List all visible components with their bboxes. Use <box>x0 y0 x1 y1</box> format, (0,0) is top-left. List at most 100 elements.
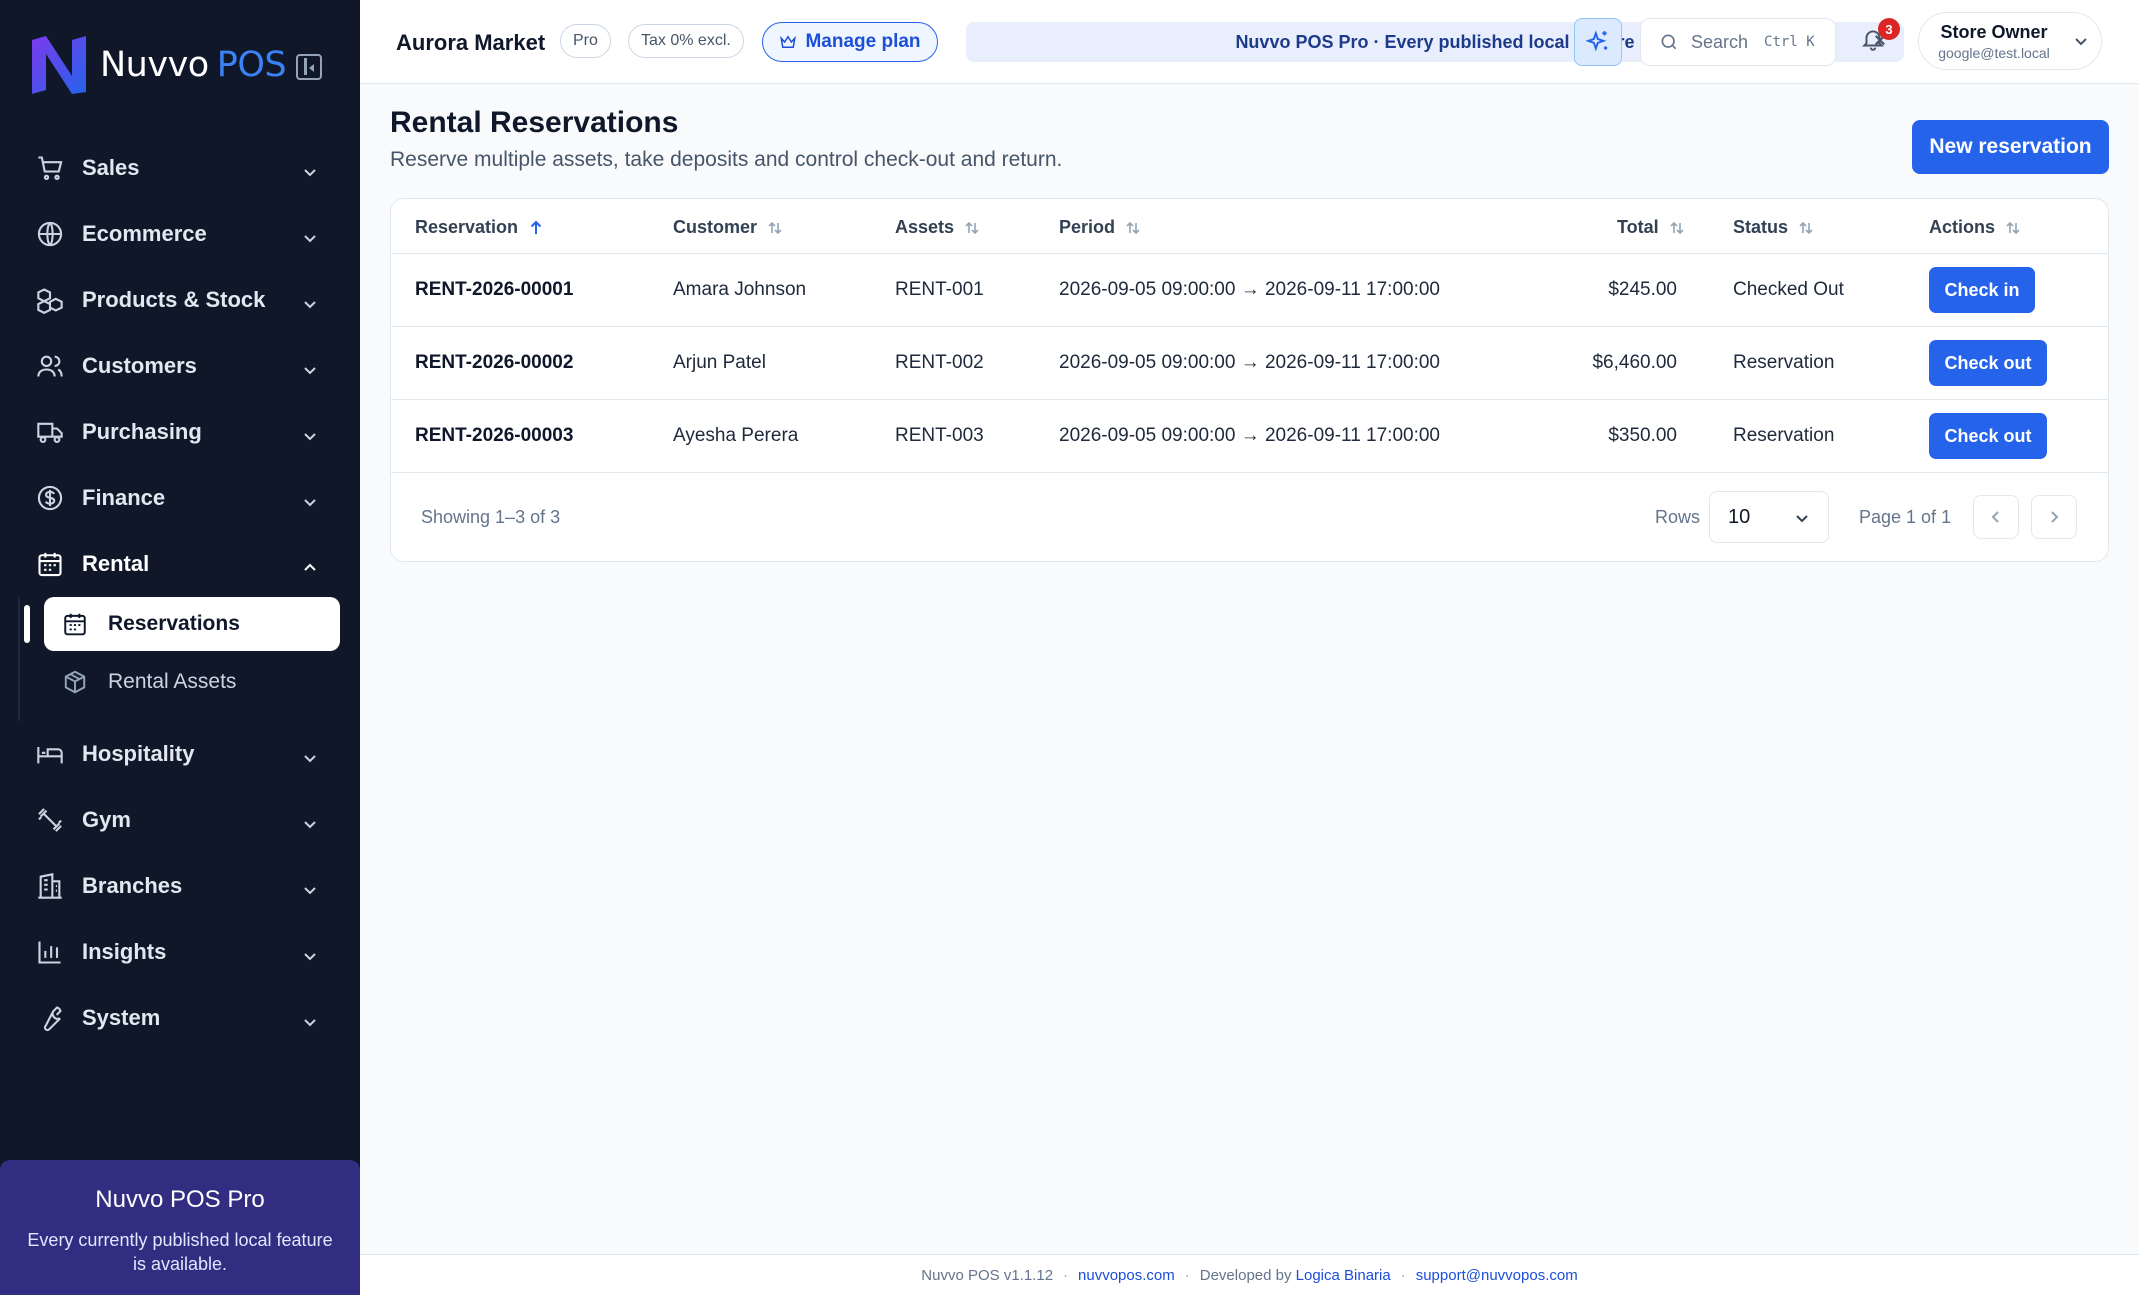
sidebar-item-purchasing[interactable]: Purchasing <box>0 399 360 465</box>
chevron-right-icon <box>2051 511 2059 523</box>
truck-icon <box>36 418 64 446</box>
sidebar-item-label: Ecommerce <box>82 221 207 246</box>
column-label: Customer <box>673 217 758 237</box>
developer-link[interactable]: Logica Binaria <box>1296 1267 1391 1284</box>
chevron-down-icon <box>302 424 316 441</box>
plan-promo-card: Nuvvo POS Pro Every currently published … <box>0 1160 360 1295</box>
customer-name: Amara Johnson <box>673 279 807 300</box>
store-name[interactable]: Aurora Market <box>396 30 545 56</box>
reservation-ref[interactable]: RENT-2026-00001 <box>415 279 573 301</box>
sidebar-item-finance[interactable]: Finance <box>0 465 360 531</box>
user-menu[interactable]: Store Owner google@test.local <box>1918 12 2102 70</box>
column-header-reservation[interactable]: Reservation <box>415 217 544 238</box>
subnav-rail <box>18 597 20 721</box>
developed-by-label: Developed by <box>1199 1266 1292 1284</box>
sidebar-item-label: Reservations <box>108 612 240 635</box>
reservation-status: Reservation <box>1733 425 1835 446</box>
sidebar-item-label: Customers <box>82 353 197 378</box>
check-out-button[interactable]: Check out <box>1929 413 2047 459</box>
notification-count-badge: 3 <box>1878 18 1900 40</box>
previous-page-button[interactable] <box>1973 495 2019 539</box>
sidebar-item-products-stock[interactable]: Products & Stock <box>0 267 360 333</box>
promo-title: Nuvvo POS Pro <box>95 1186 265 1213</box>
chevron-down-icon <box>302 292 316 309</box>
app-version: Nuvvo POS v1.1.12 <box>921 1266 1054 1284</box>
brand-logo[interactable]: Nuvvo POS <box>26 32 326 98</box>
sidebar-item-label: Sales <box>82 155 140 180</box>
reservation-status: Checked Out <box>1733 279 1844 300</box>
table-row[interactable]: RENT-2026-00003 Ayesha Perera RENT-003 2… <box>391 400 2108 473</box>
rental-period: 2026-09-05 09:00:00 → 2026-09-11 17:00:0… <box>1059 352 1441 373</box>
column-header-assets[interactable]: Assets <box>895 217 980 238</box>
sidebar-item-label: Gym <box>82 807 131 832</box>
rental-period: 2026-09-05 09:00:00 → 2026-09-11 17:00:0… <box>1059 279 1441 300</box>
table-row[interactable]: RENT-2026-00002 Arjun Patel RENT-002 202… <box>391 327 2108 400</box>
asset-code: RENT-003 <box>895 425 984 446</box>
sidebar-nav: Sales Ecommerce Products & Stock Custome… <box>0 135 360 1051</box>
rows-per-page-select[interactable]: 10 <box>1709 491 1829 543</box>
column-header-total[interactable]: Total <box>1617 217 1685 238</box>
nuvvo-logo-icon <box>32 36 86 94</box>
calendar-icon <box>64 613 86 636</box>
separator: · <box>1400 1266 1406 1284</box>
sidebar-item-rental[interactable]: Rental <box>0 531 360 597</box>
reservation-ref[interactable]: RENT-2026-00002 <box>415 352 573 374</box>
brand-name: Nuvvo POS <box>100 45 287 85</box>
check-in-button[interactable]: Check in <box>1929 267 2035 313</box>
page-info: Page 1 of 1 <box>1859 507 1952 527</box>
sidebar-item-insights[interactable]: Insights <box>0 919 360 985</box>
sidebar-item-branches[interactable]: Branches <box>0 853 360 919</box>
website-link[interactable]: nuvvopos.com <box>1078 1267 1175 1284</box>
table-row[interactable]: RENT-2026-00001 Amara Johnson RENT-001 2… <box>391 254 2108 327</box>
column-header-customer[interactable]: Customer <box>673 217 783 238</box>
sidebar-item-system[interactable]: System <box>0 985 360 1051</box>
sidebar-item-sales[interactable]: Sales <box>0 135 360 201</box>
sidebar-item-ecommerce[interactable]: Ecommerce <box>0 201 360 267</box>
reservation-ref[interactable]: RENT-2026-00003 <box>415 425 573 447</box>
column-header-period[interactable]: Period <box>1059 217 1141 238</box>
sort-icon <box>965 221 979 234</box>
sidebar-item-rental-assets[interactable]: Rental Assets <box>44 655 340 709</box>
chevron-down-icon <box>302 1010 316 1027</box>
search-input[interactable]: Search Ctrl K <box>1640 18 1836 66</box>
ai-assistant-button[interactable] <box>1574 18 1622 66</box>
column-header-status[interactable]: Status <box>1733 217 1814 238</box>
chart-icon <box>36 938 64 966</box>
asset-code: RENT-002 <box>895 352 984 373</box>
users-icon <box>36 352 64 380</box>
sidebar-item-reservations[interactable]: Reservations <box>44 597 340 651</box>
manage-plan-button[interactable]: Manage plan <box>762 22 938 62</box>
collapse-sidebar-icon[interactable] <box>296 54 322 80</box>
sidebar-item-label: Rental <box>82 551 150 576</box>
package-icon <box>64 670 86 694</box>
search-icon <box>1661 34 1677 50</box>
support-email-link[interactable]: support@nuvvopos.com <box>1416 1267 1578 1284</box>
rental-subnav: Reservations Rental Assets <box>0 597 360 721</box>
sort-icon <box>1670 221 1684 234</box>
sort-icon <box>1126 221 1140 234</box>
chevron-down-icon <box>302 746 316 763</box>
boxes-icon <box>36 286 64 314</box>
column-header-actions[interactable]: Actions <box>1929 217 2021 238</box>
new-reservation-button[interactable]: New reservation <box>1912 120 2109 174</box>
asset-code: RENT-001 <box>895 279 984 300</box>
sidebar-item-hospitality[interactable]: Hospitality <box>0 721 360 787</box>
chevron-down-icon <box>302 812 316 829</box>
pagination-summary: Showing 1–3 of 3 <box>421 507 561 527</box>
separator: · <box>1063 1266 1069 1284</box>
check-out-button[interactable]: Check out <box>1929 340 2047 386</box>
chevron-down-icon <box>302 226 316 243</box>
chevron-down-icon <box>2075 38 2087 46</box>
column-label: Status <box>1733 217 1789 237</box>
table-header: Reservation Customer Assets Period Total… <box>391 199 2108 254</box>
bed-icon <box>36 740 64 768</box>
tax-badge[interactable]: Tax 0% excl. <box>628 24 744 58</box>
search-shortcut: Ctrl K <box>1764 34 1815 50</box>
separator: · <box>1184 1266 1190 1284</box>
column-label: Actions <box>1929 217 1996 237</box>
sidebar-item-customers[interactable]: Customers <box>0 333 360 399</box>
next-page-button[interactable] <box>2031 495 2077 539</box>
sidebar-item-label: Products & Stock <box>82 287 266 312</box>
sidebar-item-gym[interactable]: Gym <box>0 787 360 853</box>
wrench-icon <box>36 1004 64 1032</box>
